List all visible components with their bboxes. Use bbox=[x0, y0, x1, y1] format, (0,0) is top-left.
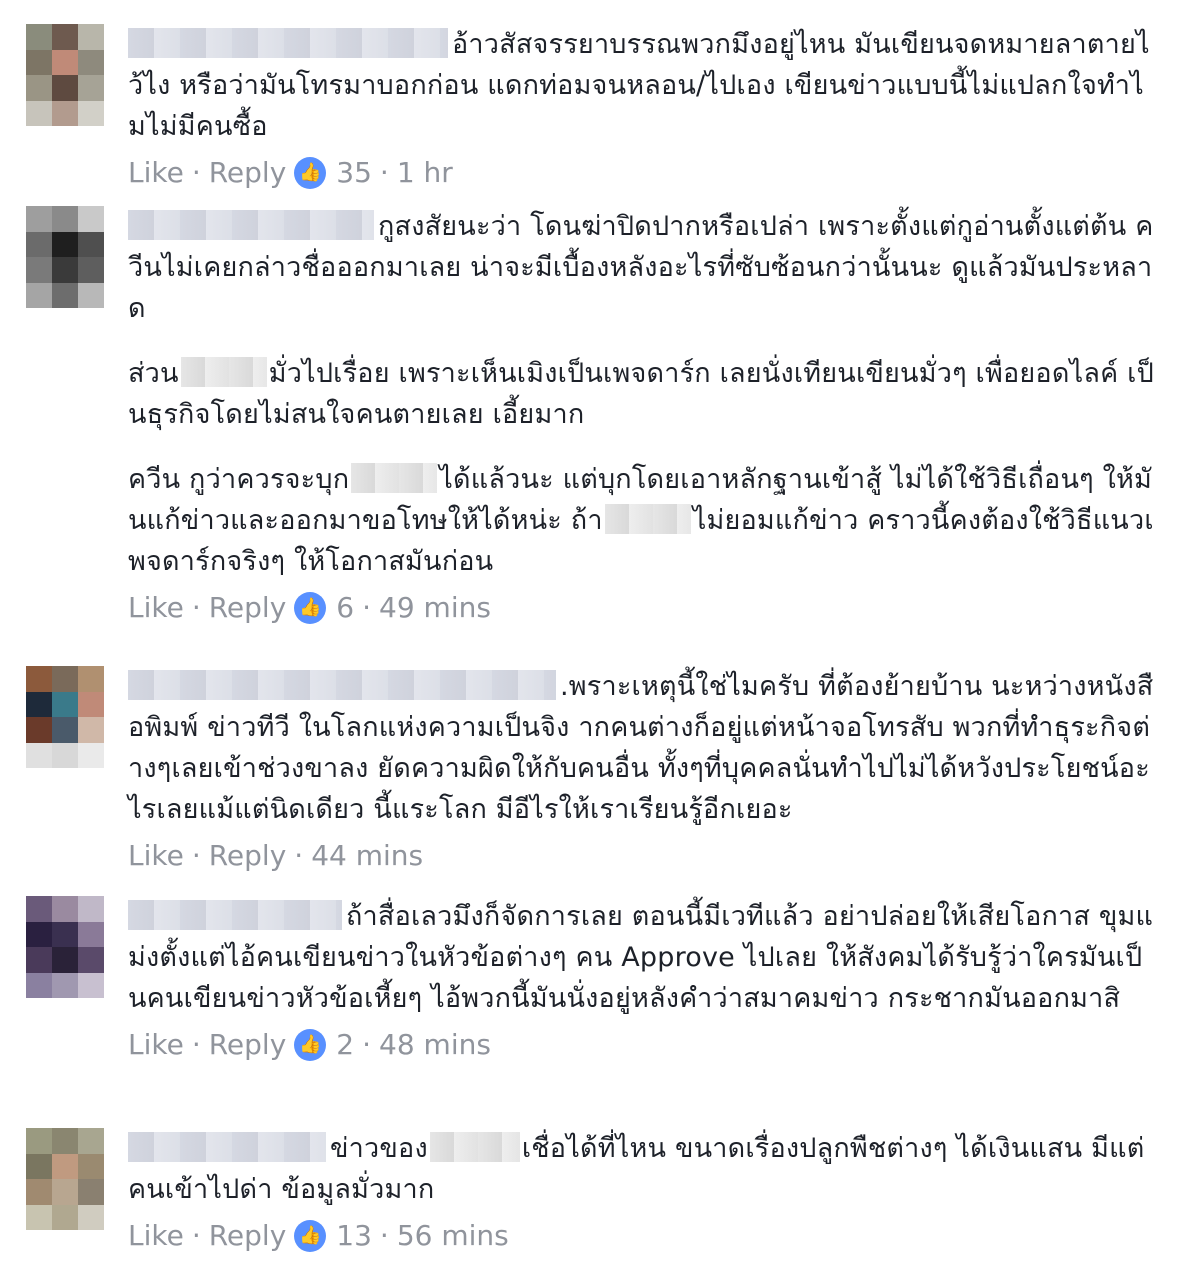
redacted-text bbox=[604, 504, 691, 534]
timestamp[interactable]: 56 mins bbox=[397, 1214, 509, 1258]
reply-link[interactable]: Reply bbox=[209, 1214, 287, 1258]
reply-link[interactable]: Reply bbox=[209, 1023, 287, 1067]
separator: · bbox=[191, 839, 201, 872]
author-name[interactable] bbox=[128, 210, 374, 240]
avatar[interactable] bbox=[26, 24, 104, 126]
comment-actions: Like · Reply 👍 13 · 56 mins bbox=[128, 1214, 1158, 1258]
comment-actions: Like · Reply 👍 2 · 48 mins bbox=[128, 1023, 1158, 1067]
comment-body: ถ้าสื่อเลวมึงก็จัดการเลย ตอนนี้มีเวทีแล้… bbox=[128, 896, 1158, 1067]
reply-link[interactable]: Reply bbox=[209, 151, 287, 195]
separator: · bbox=[191, 1219, 201, 1252]
like-link[interactable]: Like bbox=[128, 586, 184, 630]
thumbs-up-icon[interactable]: 👍 bbox=[294, 1220, 327, 1252]
comment-text: .พราะเหตุนี้ใช่ไมครับ ที่ต้องย้ายบ้าน นะ… bbox=[128, 670, 1154, 825]
reply-link[interactable]: Reply bbox=[209, 834, 287, 878]
redacted-text bbox=[180, 357, 267, 387]
like-count[interactable]: 2 bbox=[336, 1023, 354, 1067]
separator: · bbox=[191, 1028, 201, 1061]
redacted-text bbox=[429, 1132, 520, 1162]
comment-body: กูสงสัยนะว่า โดนฆ่าปิดปากหรือเปล่า เพราะ… bbox=[128, 206, 1158, 630]
separator: · bbox=[294, 839, 304, 872]
like-link[interactable]: Like bbox=[128, 151, 184, 195]
timestamp[interactable]: 44 mins bbox=[311, 834, 423, 878]
separator: · bbox=[362, 591, 372, 624]
author-name[interactable] bbox=[128, 28, 448, 58]
comment-text: ถ้าสื่อเลวมึงก็จัดการเลย ตอนนี้มีเวทีแล้… bbox=[128, 900, 1154, 1014]
comment-body: อ้าวสัสจรรยาบรรณพวกมึงอยู่ไหน มันเขียนจด… bbox=[128, 24, 1158, 195]
like-link[interactable]: Like bbox=[128, 1214, 184, 1258]
author-name[interactable] bbox=[128, 670, 556, 700]
timestamp[interactable]: 49 mins bbox=[379, 586, 491, 630]
like-link[interactable]: Like bbox=[128, 1023, 184, 1067]
avatar[interactable] bbox=[26, 896, 104, 998]
separator: · bbox=[379, 1219, 389, 1252]
comment-actions: Like · Reply · 44 mins bbox=[128, 834, 1158, 878]
comment-text: กูสงสัยนะว่า โดนฆ่าปิดปากหรือเปล่า เพราะ… bbox=[128, 210, 1154, 324]
avatar[interactable] bbox=[26, 666, 104, 768]
comment-text: อ้าวสัสจรรยาบรรณพวกมึงอยู่ไหน มันเขียนจด… bbox=[128, 28, 1150, 142]
comment-text: ข่าวของ เชื่อได้ที่ไหน ขนาดเรื่องปลูกพืชต… bbox=[128, 1132, 1145, 1205]
avatar[interactable] bbox=[26, 1128, 104, 1230]
thumbs-up-icon[interactable]: 👍 bbox=[294, 592, 327, 624]
comment-text: ส่วน มั่วไปเรื่อย เพราะเห็นเมิงเป็นเพจดาร… bbox=[128, 357, 1154, 430]
separator: · bbox=[191, 156, 201, 189]
reply-link[interactable]: Reply bbox=[209, 586, 287, 630]
comment-text: ควีน กูว่าควรจะบุก ได้แล้วนะ แต่บุกโดยเอา… bbox=[128, 463, 1154, 577]
comment-actions: Like · Reply 👍 35 · 1 hr bbox=[128, 151, 1158, 195]
author-name[interactable] bbox=[128, 900, 342, 930]
like-link[interactable]: Like bbox=[128, 834, 184, 878]
timestamp[interactable]: 48 mins bbox=[379, 1023, 491, 1067]
redacted-text bbox=[351, 463, 438, 493]
comment-body: .พราะเหตุนี้ใช่ไมครับ ที่ต้องย้ายบ้าน นะ… bbox=[128, 666, 1158, 878]
separator: · bbox=[362, 1028, 372, 1061]
timestamp[interactable]: 1 hr bbox=[397, 151, 453, 195]
thumbs-up-icon[interactable]: 👍 bbox=[294, 157, 327, 189]
like-count[interactable]: 6 bbox=[336, 586, 354, 630]
comment-actions: Like · Reply 👍 6 · 49 mins bbox=[128, 586, 1158, 630]
like-count[interactable]: 35 bbox=[336, 151, 372, 195]
thumbs-up-icon[interactable]: 👍 bbox=[294, 1029, 327, 1061]
comment-body: ข่าวของ เชื่อได้ที่ไหน ขนาดเรื่องปลูกพืชต… bbox=[128, 1128, 1158, 1258]
separator: · bbox=[379, 156, 389, 189]
like-count[interactable]: 13 bbox=[336, 1214, 372, 1258]
separator: · bbox=[191, 591, 201, 624]
author-name[interactable] bbox=[128, 1132, 326, 1162]
avatar[interactable] bbox=[26, 206, 104, 308]
